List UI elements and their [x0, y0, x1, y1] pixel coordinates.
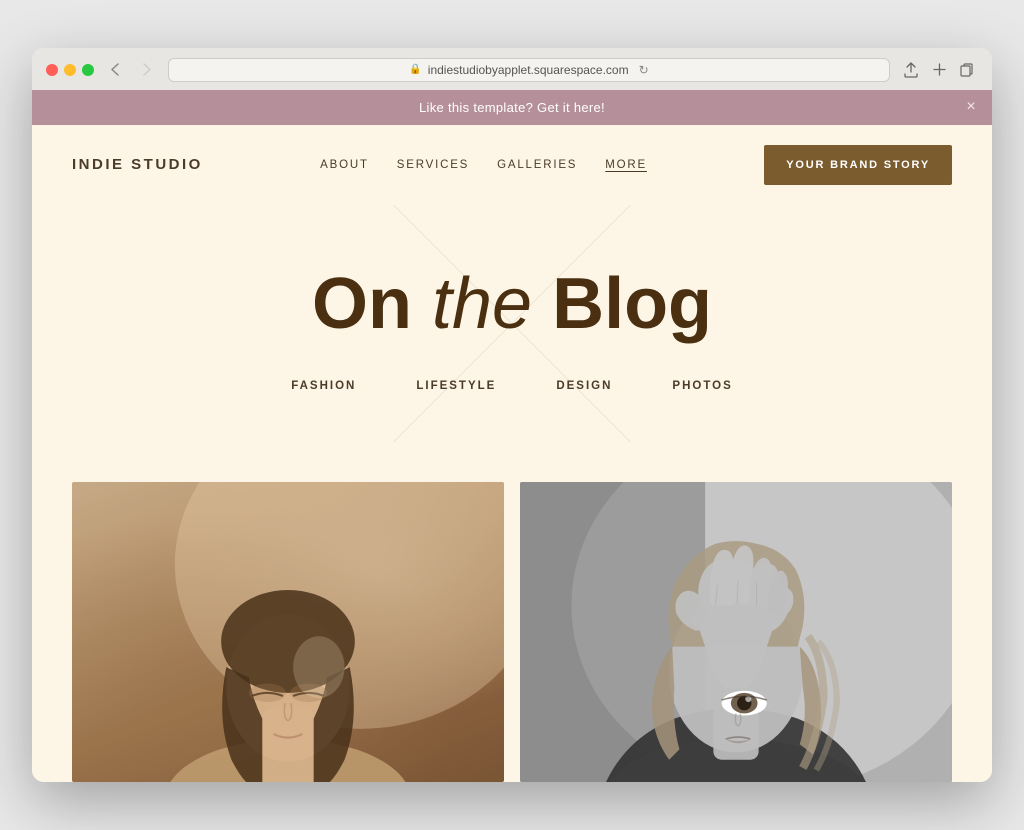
duplicate-button[interactable] — [956, 59, 978, 81]
announcement-text: Like this template? Get it here! — [419, 100, 605, 115]
site-logo[interactable]: INDIE STUDIO — [72, 156, 203, 173]
nav-more[interactable]: MORE — [605, 159, 647, 171]
new-tab-button[interactable] — [928, 59, 950, 81]
blog-card-1[interactable] — [72, 482, 504, 782]
blog-card-2[interactable] — [520, 482, 952, 782]
hero-title: On the Blog — [72, 265, 952, 344]
reload-button[interactable]: ↻ — [639, 63, 649, 77]
forward-button[interactable] — [136, 59, 158, 81]
category-fashion[interactable]: FASHION — [291, 380, 356, 392]
share-button[interactable] — [900, 59, 922, 81]
main-navigation: ABOUT SERVICES GALLERIES MORE — [320, 159, 647, 171]
blog-categories: FASHION LIFESTYLE DESIGN PHOTOS — [72, 380, 952, 392]
hero-section: On the Blog FASHION LIFESTYLE DESIGN PHO… — [32, 205, 992, 442]
address-bar[interactable]: 🔒 indiestudiobyapplet.squarespace.com ↻ — [168, 58, 890, 82]
site-header: INDIE STUDIO ABOUT SERVICES GALLERIES MO… — [32, 125, 992, 205]
category-design[interactable]: DESIGN — [556, 380, 612, 392]
browser-actions — [900, 59, 978, 81]
close-button[interactable] — [46, 64, 58, 76]
nav-about[interactable]: ABOUT — [320, 159, 369, 171]
browser-chrome: 🔒 indiestudiobyapplet.squarespace.com ↻ — [32, 48, 992, 90]
blog-grid — [72, 482, 952, 782]
url-text: indiestudiobyapplet.squarespace.com — [428, 63, 629, 77]
category-lifestyle[interactable]: LIFESTYLE — [416, 380, 496, 392]
blog-section — [32, 442, 992, 782]
hero-title-on: On — [312, 264, 432, 344]
hero-title-blog: Blog — [532, 264, 712, 344]
nav-services[interactable]: SERVICES — [397, 159, 469, 171]
announcement-bar: Like this template? Get it here! × — [32, 90, 992, 125]
cta-brand-story-button[interactable]: YOUR BRAND STORY — [764, 145, 952, 185]
announcement-close-button[interactable]: × — [966, 98, 976, 116]
website-content: Like this template? Get it here! × INDIE… — [32, 90, 992, 782]
nav-galleries[interactable]: GALLERIES — [497, 159, 577, 171]
blog-card-1-image — [72, 482, 504, 782]
minimize-button[interactable] — [64, 64, 76, 76]
hero-title-italic: the — [432, 264, 532, 344]
traffic-lights — [46, 64, 94, 76]
category-photos[interactable]: PHOTOS — [672, 380, 732, 392]
browser-window: 🔒 indiestudiobyapplet.squarespace.com ↻ … — [32, 48, 992, 782]
back-button[interactable] — [104, 59, 126, 81]
blog-card-2-image — [520, 482, 952, 782]
lock-icon: 🔒 — [409, 64, 421, 75]
maximize-button[interactable] — [82, 64, 94, 76]
